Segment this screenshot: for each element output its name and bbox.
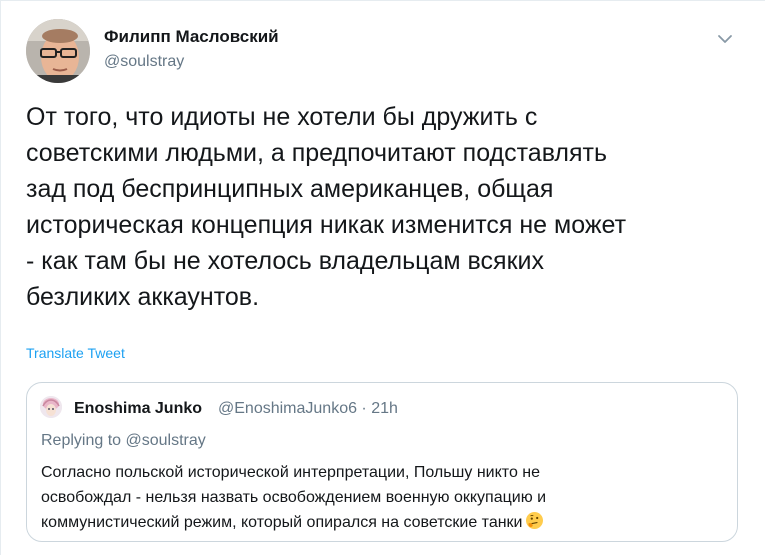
quoted-tweet-text: Согласно польской исторической интерпрет… xyxy=(41,460,731,535)
quoted-author-handle-time: @EnoshimaJunko6 · 21h xyxy=(218,400,398,417)
quoted-tweet-body: Согласно польской исторической интерпрет… xyxy=(41,464,547,531)
quoted-author-avatar xyxy=(40,396,62,418)
author-handle[interactable]: @soulstray xyxy=(104,53,184,71)
tweet-card[interactable]: Филипп Масловский @soulstray От того, чт… xyxy=(0,0,765,555)
quoted-author-name: Enoshima Junko xyxy=(74,400,203,417)
chevron-down-icon[interactable] xyxy=(713,27,737,51)
thinking-face-emoji-icon xyxy=(525,511,544,530)
translate-tweet-link[interactable]: Translate Tweet xyxy=(26,345,125,361)
author-avatar[interactable] xyxy=(26,19,90,83)
author-photo xyxy=(26,19,90,83)
tweet-text: От того, что идиоты не хотели бы дружить… xyxy=(26,103,627,311)
replying-to-text: Replying to @soulstray xyxy=(41,432,206,449)
author-name[interactable]: Филипп Масловский xyxy=(104,27,279,47)
quoted-tweet[interactable]: Enoshima Junko @EnoshimaJunko6 · 21h Rep… xyxy=(26,382,738,542)
